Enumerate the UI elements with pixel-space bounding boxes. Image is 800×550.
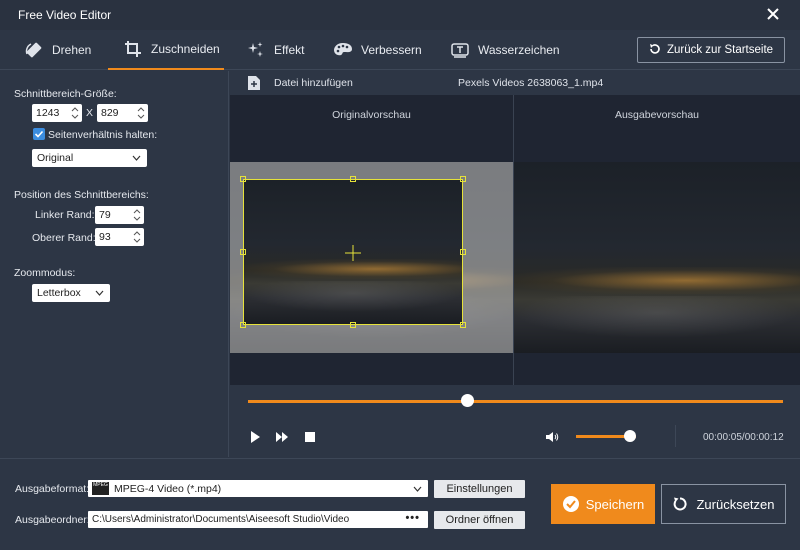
aspect-ratio-dropdown[interactable]: Original [32, 149, 147, 167]
return-icon [649, 43, 661, 58]
reset-button[interactable]: Zurücksetzen [661, 484, 786, 524]
progress-track[interactable] [248, 400, 783, 403]
left-margin-stepper[interactable]: 79 [95, 206, 144, 224]
crop-width-value: 1243 [36, 107, 60, 119]
volume-handle[interactable] [624, 430, 636, 442]
crop-frame[interactable] [240, 176, 466, 328]
stepper-arrows-icon[interactable] [133, 207, 141, 223]
tab-label: Zuschneiden [151, 42, 220, 56]
crop-icon [123, 39, 143, 59]
player-controls: 00:00:05/00:00:12 [230, 385, 800, 457]
close-icon[interactable] [764, 5, 782, 23]
file-name: Pexels Videos 2638063_1.mp4 [458, 77, 604, 89]
output-folder-value: C:\Users\Administrator\Documents\Aiseeso… [92, 514, 350, 525]
open-folder-button[interactable]: Ordner öffnen [434, 511, 525, 529]
add-file-link[interactable]: Datei hinzufügen [274, 77, 353, 89]
tab-zuschneiden[interactable]: Zuschneiden [108, 30, 224, 70]
check-icon [34, 130, 44, 138]
settings-button[interactable]: Einstellungen [434, 480, 525, 498]
zoom-mode-value: Letterbox [37, 287, 81, 299]
top-margin-value: 93 [99, 231, 111, 243]
window-title: Free Video Editor [18, 8, 112, 22]
tab-label: Drehen [52, 43, 92, 57]
tab-label: Wasserzeichen [478, 43, 560, 57]
controls-separator [675, 425, 676, 447]
crop-position-label: Position des Schnittbereichs: [14, 189, 149, 201]
top-margin-label: Oberer Rand: [32, 232, 96, 244]
crop-settings-panel: Schnittbereich-Größe: 1243 X 829 Seitenv… [0, 71, 229, 457]
zoom-mode-dropdown[interactable]: Letterbox [32, 284, 110, 302]
tab-verbessern[interactable]: Verbessern [333, 30, 422, 70]
watermark-icon [450, 40, 470, 60]
chevron-down-icon [95, 290, 104, 296]
tab-label: Effekt [274, 43, 305, 57]
left-margin-value: 79 [99, 209, 111, 221]
title-bar: Free Video Editor [0, 0, 800, 30]
rotate-icon [24, 40, 44, 60]
tab-drehen[interactable]: Drehen [24, 30, 91, 70]
output-format-label: Ausgabeformat: [15, 483, 90, 495]
aspect-ratio-value: Original [37, 152, 74, 164]
crop-handle-top-right[interactable] [460, 176, 466, 182]
fast-forward-icon[interactable] [275, 430, 289, 444]
reset-icon [674, 497, 687, 511]
output-folder-field[interactable]: C:\Users\Administrator\Documents\Aiseeso… [88, 511, 428, 528]
back-to-home-button[interactable]: Zurück zur Startseite [637, 37, 785, 63]
left-margin-label: Linker Rand: [35, 209, 95, 221]
playback-time: 00:00:05/00:00:12 [703, 432, 784, 443]
original-preview-label: Originalvorschau [332, 109, 411, 121]
output-format-dropdown[interactable]: MPEG MPEG-4 Video (*.mp4) [88, 480, 428, 497]
crop-width-stepper[interactable]: 1243 [32, 104, 82, 122]
output-preview: Ausgabevorschau [514, 95, 800, 385]
crop-handle-right[interactable] [460, 249, 466, 255]
tab-wasserzeichen[interactable]: Wasserzeichen [450, 30, 560, 70]
output-settings: Ausgabeformat: MPEG MPEG-4 Video (*.mp4)… [0, 458, 800, 550]
file-bar: Datei hinzufügen Pexels Videos 2638063_1… [230, 71, 800, 95]
back-to-home-label: Zurück zur Startseite [666, 44, 774, 56]
stepper-arrows-icon[interactable] [133, 229, 141, 245]
reset-label: Zurücksetzen [696, 496, 775, 512]
browse-dots-button[interactable]: ••• [405, 512, 420, 524]
output-video-frame [514, 162, 800, 353]
progress-handle[interactable] [461, 394, 475, 407]
mpeg-icon: MPEG [92, 482, 109, 495]
original-preview: Originalvorschau [230, 95, 513, 385]
keep-ratio-checkbox[interactable] [33, 128, 45, 140]
keep-ratio-label: Seitenverhältnis halten: [48, 129, 158, 141]
chevron-down-icon [413, 486, 422, 492]
crop-handle-bottom-left[interactable] [240, 322, 246, 328]
save-label: Speichern [585, 496, 645, 512]
crop-size-label: Schnittbereich-Größe: [14, 88, 117, 100]
output-preview-label: Ausgabevorschau [614, 109, 700, 121]
crop-handle-left[interactable] [240, 249, 246, 255]
check-circle-icon [562, 496, 579, 512]
stop-icon[interactable] [303, 430, 317, 444]
crop-handle-bottom[interactable] [350, 322, 356, 328]
original-video-frame [230, 162, 513, 353]
preview-area: Originalvorschau Ausgabevorschau [230, 95, 800, 385]
output-folder-label: Ausgabeordner: [15, 514, 90, 526]
crop-handle-top[interactable] [350, 176, 356, 182]
zoom-mode-label: Zoommodus: [14, 267, 76, 279]
sparkle-icon [246, 40, 266, 60]
top-margin-stepper[interactable]: 93 [95, 228, 144, 246]
tab-label: Verbessern [361, 43, 422, 57]
add-file-icon[interactable] [247, 75, 261, 91]
times-sign: X [86, 107, 94, 119]
stepper-arrows-icon[interactable] [71, 105, 79, 121]
save-button[interactable]: Speichern [551, 484, 655, 524]
crop-height-value: 829 [101, 107, 119, 119]
play-icon[interactable] [248, 430, 262, 444]
chevron-down-icon [132, 155, 141, 161]
crop-height-stepper[interactable]: 829 [97, 104, 148, 122]
crosshair-icon[interactable] [345, 245, 361, 261]
mpeg-icon-text: MPEG [93, 482, 108, 488]
tab-effekt[interactable]: Effekt [246, 30, 304, 70]
crop-handle-bottom-right[interactable] [460, 322, 466, 328]
stepper-arrows-icon[interactable] [137, 105, 145, 121]
volume-icon[interactable] [545, 430, 559, 444]
output-format-value: MPEG-4 Video (*.mp4) [114, 482, 222, 495]
crop-handle-top-left[interactable] [240, 176, 246, 182]
palette-icon [333, 40, 353, 60]
